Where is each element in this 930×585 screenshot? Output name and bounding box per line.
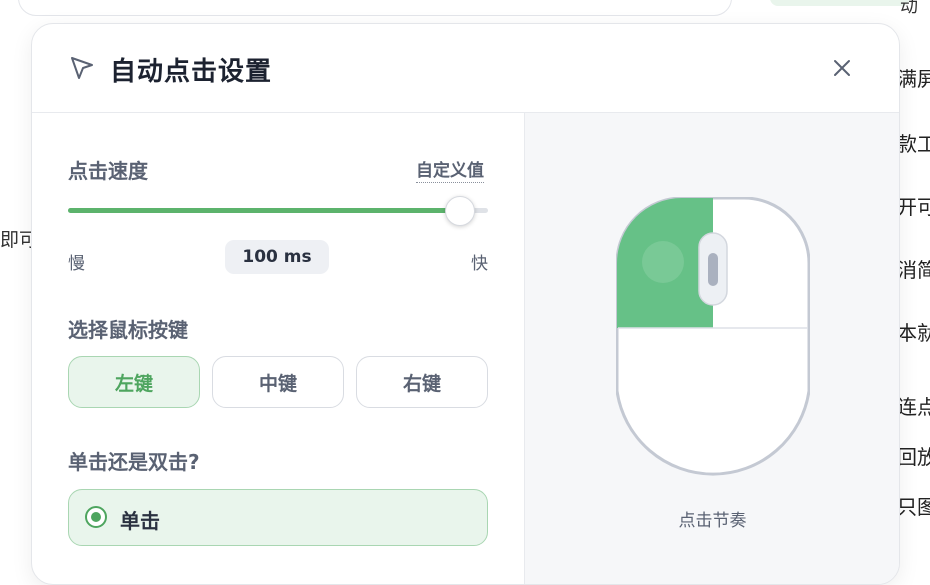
radio-selected-icon bbox=[85, 506, 107, 528]
left-button-option[interactable]: 左键 bbox=[68, 356, 200, 408]
click-ripple bbox=[642, 241, 684, 283]
slow-label: 慢 bbox=[68, 254, 85, 274]
close-icon[interactable] bbox=[828, 54, 856, 82]
middle-button-option[interactable]: 中键 bbox=[212, 356, 344, 408]
cursor-arrow-icon bbox=[71, 57, 93, 79]
dialog-header: 自动点击设置 bbox=[32, 24, 899, 113]
scroll-wheel-notch bbox=[708, 253, 718, 286]
preview-pane: 点击节奏 bbox=[524, 113, 899, 584]
background-top-badge bbox=[770, 0, 910, 6]
click-type-label: 单击还是双击? bbox=[68, 450, 200, 474]
mouse-button-group: 左键 中键 右键 bbox=[68, 356, 488, 408]
single-click-option[interactable]: 单击 bbox=[68, 489, 488, 546]
background-text-fragment: 回放 bbox=[897, 445, 930, 469]
background-text-fragment: 只图 bbox=[897, 495, 930, 519]
background-text-fragment: 连点 bbox=[897, 395, 930, 419]
background-top-bar bbox=[18, 0, 732, 16]
right-button-option[interactable]: 右键 bbox=[356, 356, 488, 408]
background-text-fragment: 款工 bbox=[897, 132, 930, 156]
speed-label: 点击速度 bbox=[68, 159, 148, 183]
single-click-label: 单击 bbox=[120, 509, 160, 533]
settings-pane: 点击速度 自定义值 慢 100 ms 快 选择鼠标按键 左键 中键 右键 单击还… bbox=[32, 113, 524, 584]
mouse-illustration bbox=[616, 197, 810, 476]
speed-value-display: 100 ms bbox=[225, 240, 329, 274]
speed-slider-fill bbox=[68, 208, 459, 213]
custom-value-link[interactable]: 自定义值 bbox=[416, 156, 484, 183]
speed-slider[interactable] bbox=[68, 196, 488, 226]
auto-click-settings-dialog: 自动点击设置 点击速度 自定义值 慢 100 ms 快 选择鼠标按键 左键 中键… bbox=[31, 23, 900, 585]
fast-label: 快 bbox=[471, 254, 488, 274]
preview-caption: 点击节奏 bbox=[678, 511, 747, 531]
mouse-button-label: 选择鼠标按键 bbox=[68, 318, 188, 342]
background-text-fragment: 消简 bbox=[897, 258, 930, 282]
background-top-text: 动 bbox=[900, 0, 918, 17]
speed-slider-thumb[interactable] bbox=[444, 196, 475, 226]
background-text-fragment: 本就 bbox=[897, 321, 930, 345]
background-text-fragment: 开可 bbox=[897, 195, 930, 219]
dialog-title: 自动点击设置 bbox=[110, 57, 273, 87]
background-text-fragment: 满屏 bbox=[897, 67, 930, 91]
